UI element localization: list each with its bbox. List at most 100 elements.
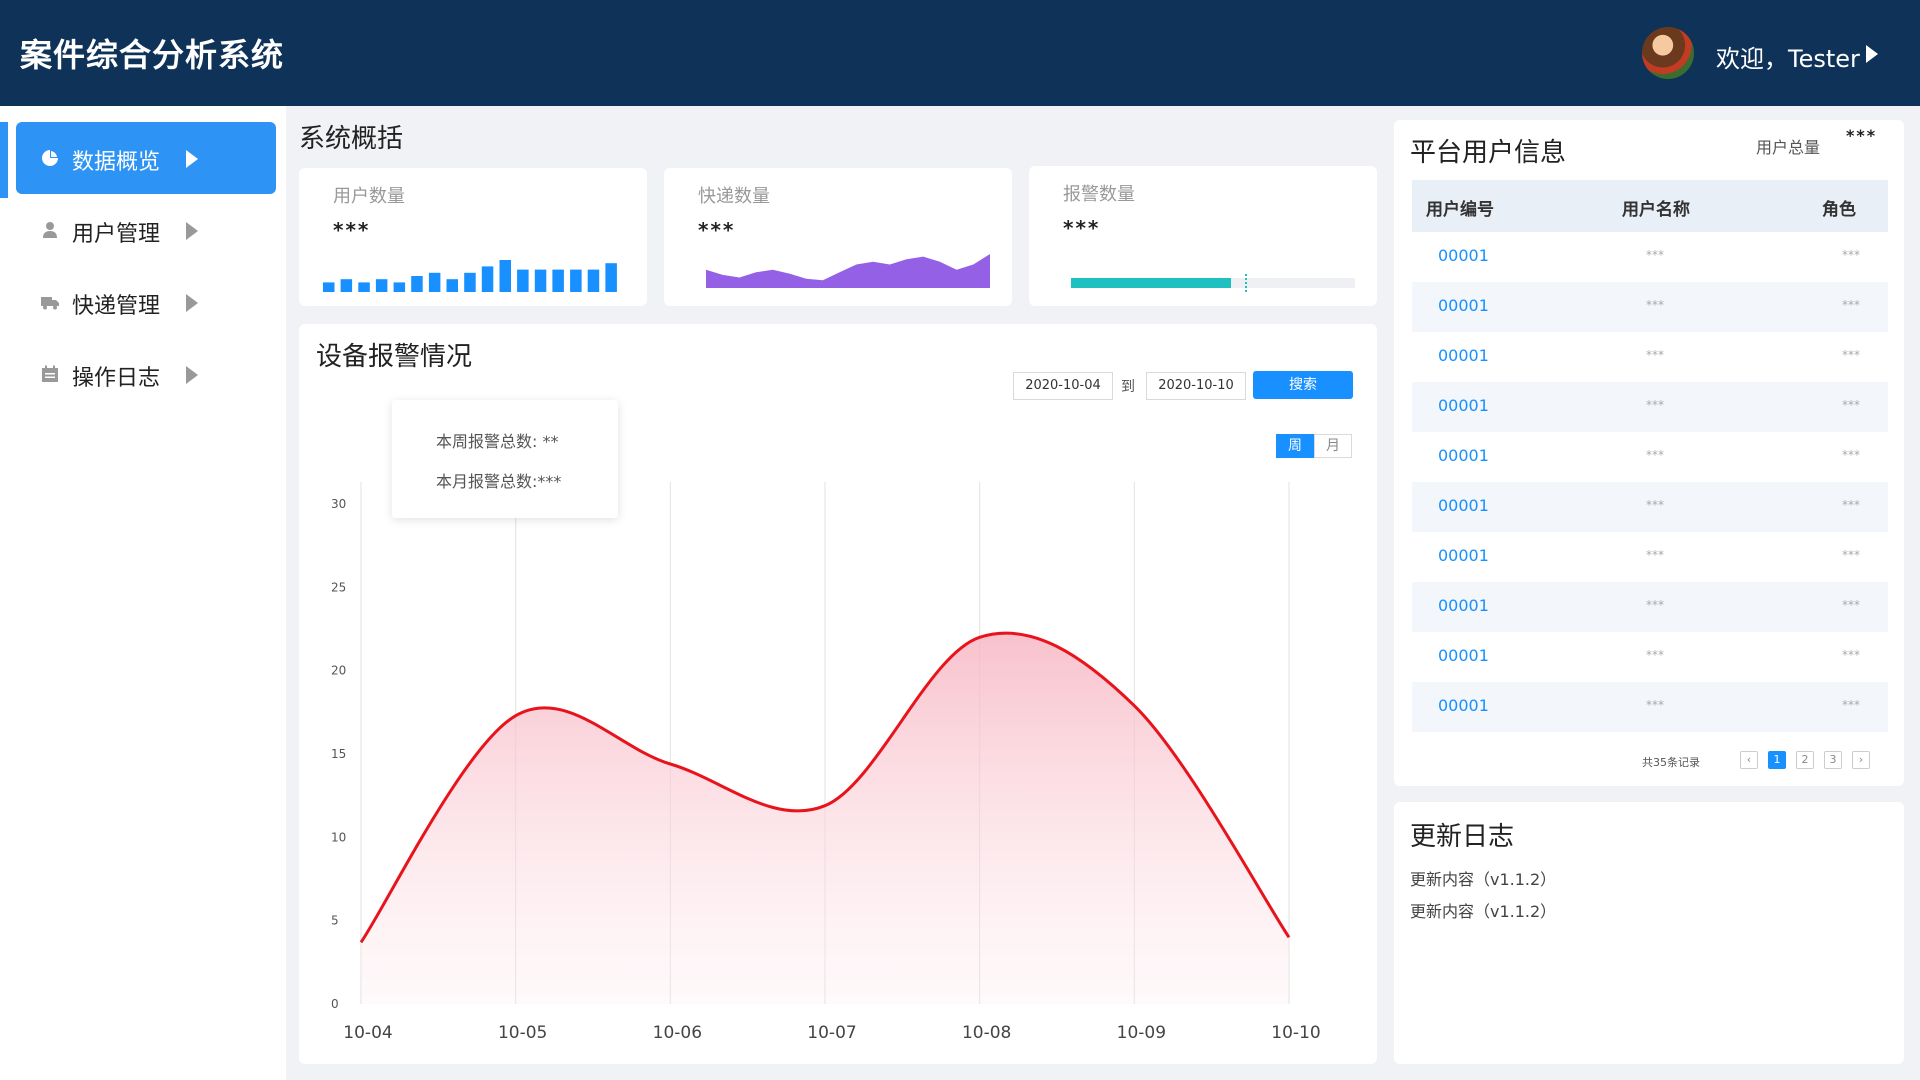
user-menu-caret-icon[interactable] [1866, 45, 1878, 63]
alarm-summary-tooltip: 本周报警总数: ** 本月报警总数:*** [392, 400, 618, 518]
mini-bar [428, 272, 441, 292]
sidebar-item-label: 快递管理 [72, 294, 161, 319]
cell-user-name: *** [1646, 648, 1664, 662]
user-icon [43, 222, 57, 238]
caret-right-icon [186, 222, 198, 240]
stat-label: 报警数量 [1063, 184, 1135, 205]
cell-user-name: *** [1646, 498, 1664, 512]
cell-user-name: *** [1646, 548, 1664, 562]
mini-bar [323, 282, 335, 292]
welcome-text[interactable]: 欢迎，Tester [1716, 39, 1860, 74]
pager-total: 共35条记录 [1642, 756, 1700, 769]
y-tick-label: 5 [331, 914, 339, 928]
cell-user-name: *** [1646, 398, 1664, 412]
x-tick-label: 10-05 [498, 1023, 547, 1043]
users-table-header: 用户编号 用户名称 角色 [1412, 180, 1888, 232]
caret-right-icon [186, 294, 198, 312]
pager-page-2[interactable]: 2 [1796, 751, 1814, 769]
caret-right-icon [186, 150, 198, 168]
week-total-text: 本周报警总数: ** [436, 432, 559, 451]
mini-bar [552, 269, 564, 292]
mini-bar [605, 263, 617, 292]
pie-chart-icon [42, 149, 59, 166]
cell-user-role: *** [1842, 598, 1860, 612]
stat-card-users: 用户数量 *** [299, 168, 647, 306]
mini-bar [464, 272, 476, 292]
cell-user-role: *** [1842, 498, 1860, 512]
users-panel: 平台用户信息 用户总量 *** 用户编号 用户名称 角色 00001 *** ***… [1394, 120, 1904, 786]
cell-user-role: *** [1842, 298, 1860, 312]
x-tick-label: 10-08 [962, 1023, 1011, 1043]
cell-user-id: 00001 [1438, 396, 1489, 415]
alarm-progress-fill [1071, 278, 1232, 288]
cell-user-role: *** [1842, 348, 1860, 362]
cell-user-id: 00001 [1438, 346, 1489, 365]
users-total-value: *** [1846, 126, 1878, 145]
active-indicator [0, 122, 8, 198]
overview-title: 系统概括 [299, 124, 404, 154]
sidebar-item-user-management[interactable]: 用户管理 [16, 194, 276, 266]
mini-bar [481, 266, 494, 292]
cell-user-id: 00001 [1438, 646, 1489, 665]
y-tick-label: 15 [331, 747, 346, 761]
cell-user-role: *** [1842, 398, 1860, 412]
sidebar-item-label: 数据概览 [72, 150, 161, 175]
y-tick-label: 25 [331, 580, 346, 594]
calendar-icon [42, 365, 58, 382]
mini-area [706, 254, 990, 288]
changelog-item: 更新内容（v1.1.2） [1410, 870, 1557, 889]
mini-bar-chart [323, 260, 617, 292]
cell-user-name: *** [1646, 448, 1664, 462]
table-row[interactable]: 00001 *** *** [1412, 432, 1888, 482]
stat-label: 用户数量 [333, 186, 405, 207]
stat-value: *** [698, 218, 736, 242]
pager-page-3[interactable]: 3 [1824, 751, 1842, 769]
mini-bar [393, 282, 406, 292]
x-tick-label: 10-09 [1117, 1023, 1166, 1043]
table-row[interactable]: 00001 *** *** [1412, 632, 1888, 682]
mini-bar [534, 269, 547, 292]
table-row[interactable]: 00001 *** *** [1412, 482, 1888, 532]
cell-user-name: *** [1646, 248, 1664, 262]
table-row[interactable]: 00001 *** *** [1412, 232, 1888, 282]
cell-user-role: *** [1842, 698, 1860, 712]
alarm-progress-track [1071, 274, 1355, 292]
stat-card-alarms: 报警数量 *** [1029, 166, 1377, 306]
column-header-id: 用户编号 [1426, 200, 1494, 220]
mini-bar [411, 276, 423, 292]
sidebar-item-express-management[interactable]: 快递管理 [16, 266, 276, 338]
table-row[interactable]: 00001 *** *** [1412, 332, 1888, 382]
y-tick-label: 10 [331, 830, 346, 844]
sidebar: 数据概览 用户管理 快递管理 操作日志 [0, 106, 286, 1080]
cell-user-role: *** [1842, 448, 1860, 462]
changelog-title: 更新日志 [1410, 822, 1515, 852]
mini-bar [375, 279, 388, 292]
table-row[interactable]: 00001 *** *** [1412, 682, 1888, 732]
table-row[interactable]: 00001 *** *** [1412, 282, 1888, 332]
mini-bar [499, 260, 511, 292]
x-tick-label: 10-04 [343, 1023, 392, 1043]
table-row[interactable]: 00001 *** *** [1412, 382, 1888, 432]
table-row[interactable]: 00001 *** *** [1412, 582, 1888, 632]
sidebar-item-operation-log[interactable]: 操作日志 [16, 338, 276, 410]
user-avatar[interactable] [1642, 27, 1694, 79]
cell-user-id: 00001 [1438, 246, 1489, 265]
cell-user-name: *** [1646, 348, 1664, 362]
x-tick-label: 10-07 [807, 1023, 856, 1043]
pager-prev-button[interactable]: ‹ [1740, 751, 1758, 769]
table-row[interactable]: 00001 *** *** [1412, 532, 1888, 582]
pager-page-1[interactable]: 1 [1768, 751, 1786, 769]
sidebar-item-label: 用户管理 [72, 222, 161, 247]
sidebar-item-data-overview[interactable]: 数据概览 [16, 122, 276, 194]
stat-card-express: 快递数量 *** [664, 168, 1012, 306]
cell-user-id: 00001 [1438, 596, 1489, 615]
cell-user-id: 00001 [1438, 696, 1489, 715]
mini-bar [446, 279, 458, 292]
x-tick-label: 10-10 [1271, 1023, 1320, 1043]
cell-user-id: 00001 [1438, 496, 1489, 515]
x-tick-label: 10-06 [653, 1023, 702, 1043]
alarm-progress-marker [1244, 274, 1247, 292]
users-title: 平台用户信息 [1410, 138, 1567, 168]
pager-next-button[interactable]: › [1852, 751, 1870, 769]
cell-user-role: *** [1842, 248, 1860, 262]
